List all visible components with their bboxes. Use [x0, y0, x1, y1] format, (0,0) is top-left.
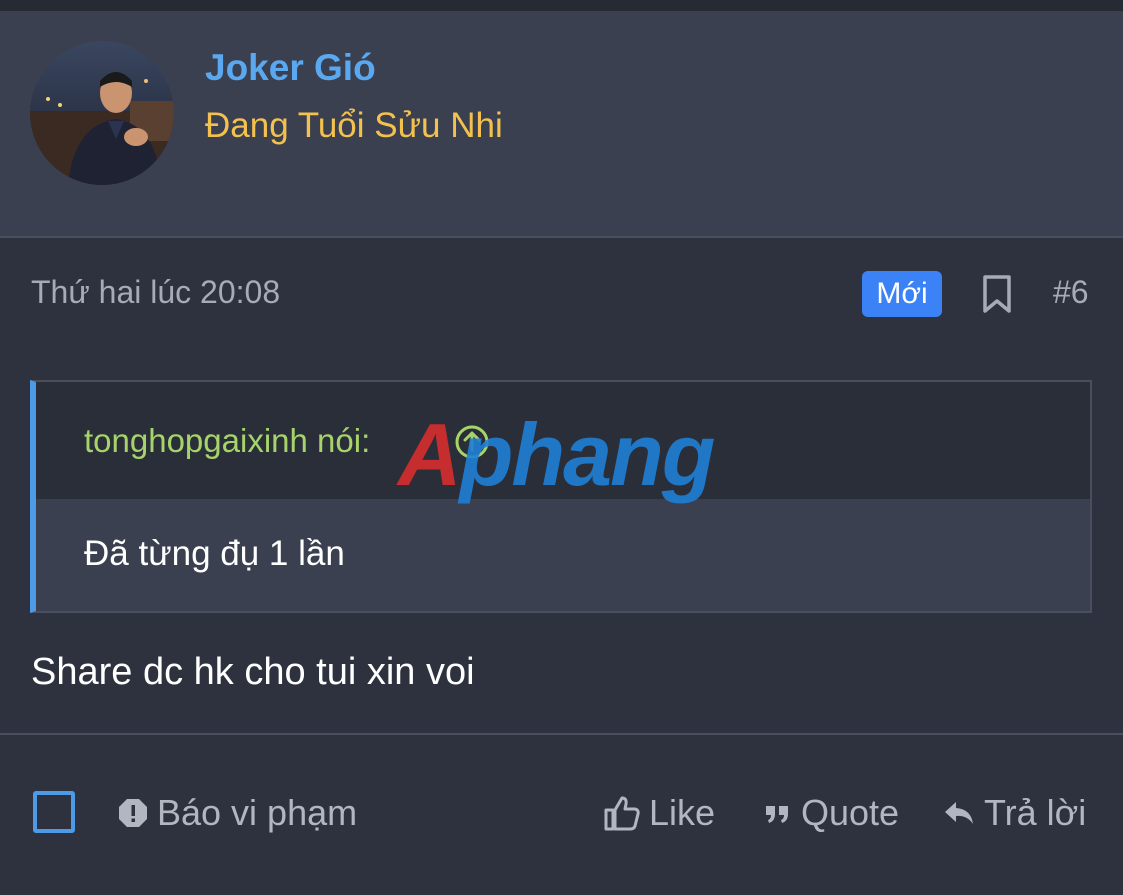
quote-author-link[interactable]: tonghopgaixinh nói:	[84, 422, 370, 460]
post-actions: Báo vi phạm Like Quote Trả lời	[0, 735, 1123, 895]
top-bar	[0, 0, 1123, 11]
quote-icon	[766, 806, 788, 823]
new-badge: Mới	[862, 271, 942, 317]
user-header: Joker Gió Đang Tuổi Sửu Nhi	[0, 11, 1123, 238]
thumbs-up-icon	[604, 796, 640, 831]
post-message: Share dc hk cho tui xin voi	[31, 651, 475, 693]
like-button[interactable]: Like	[603, 791, 715, 835]
like-label: Like	[649, 792, 716, 833]
reply-button[interactable]: Trả lời	[942, 791, 1086, 835]
avatar[interactable]	[30, 41, 174, 185]
username-link[interactable]: Joker Gió	[205, 47, 376, 89]
alert-icon	[119, 799, 147, 827]
user-title: Đang Tuổi Sửu Nhi	[205, 106, 503, 145]
quote-block: tonghopgaixinh nói: Aphang Đã từng đụ 1 …	[30, 380, 1092, 613]
report-button[interactable]: Báo vi phạm	[117, 791, 357, 835]
bookmark-icon[interactable]	[982, 274, 1012, 314]
arrow-up-circle-icon[interactable]	[454, 424, 490, 460]
select-checkbox[interactable]	[33, 791, 75, 833]
quote-label: Quote	[801, 792, 900, 833]
avatar-image	[30, 41, 174, 185]
post-number-link[interactable]: #6	[1053, 274, 1089, 311]
reply-label: Trả lời	[984, 792, 1087, 833]
post-timestamp[interactable]: Thứ hai lúc 20:08	[31, 274, 280, 311]
reply-icon	[945, 802, 973, 824]
quote-header: tonghopgaixinh nói: Aphang	[36, 382, 1090, 504]
watermark-logo: Aphang	[398, 405, 716, 504]
report-label: Báo vi phạm	[157, 792, 358, 833]
quote-text: Đã từng đụ 1 lần	[84, 534, 345, 573]
post-body: Thứ hai lúc 20:08 Mới #6 tonghopgaixinh …	[0, 238, 1123, 735]
quote-button[interactable]: Quote	[763, 791, 899, 835]
